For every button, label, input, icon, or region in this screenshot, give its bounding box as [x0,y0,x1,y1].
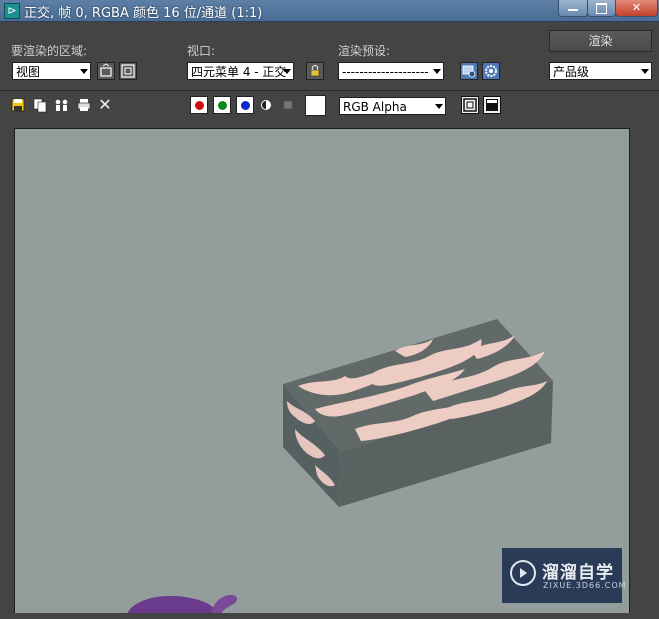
chevron-down-icon [80,69,88,74]
maximize-button[interactable] [587,0,616,17]
chevron-down-icon [433,69,441,74]
area-to-render-label: 要渲染的区域: [11,44,88,58]
red-channel-toggle[interactable] [190,96,208,114]
window-panel-icon [486,99,498,111]
monochrome-toggle[interactable] [280,97,296,113]
viewport-value: 四元菜单 4 - 正交 [191,65,287,79]
save-disk-icon [11,98,25,112]
right-edge [630,128,659,619]
copy-icon [33,98,47,113]
minimize-button[interactable] [558,0,588,17]
site-watermark: 溜溜自学 ZIXUE.3D66.COM [502,548,626,603]
lock-icon [310,64,320,77]
render-preset-value: -------------------- [342,65,429,79]
alpha-channel-toggle[interactable] [258,97,274,113]
clear-image-button[interactable]: ✕ [97,97,113,113]
blue-channel-toggle[interactable] [236,96,254,114]
half-circle-icon [261,100,271,110]
render-setup-button[interactable] [460,62,478,80]
play-logo-icon [510,560,536,586]
minimize-icon [568,9,578,11]
toggle-ui-overlay-button[interactable] [461,96,479,114]
viewport-dropdown[interactable]: 四元菜单 4 - 正交 [187,62,294,80]
purple-object [127,595,219,614]
render-preset-dropdown[interactable]: -------------------- [338,62,444,80]
color-swatch[interactable] [305,95,326,116]
window-title: 正交, 帧 0, RGBA 颜色 16 位/通道 (1:1) [24,6,263,21]
green-dot-icon [218,101,227,110]
area-to-render-dropdown[interactable]: 视图 [12,62,91,80]
environment-effects-button[interactable] [482,62,500,80]
green-channel-toggle[interactable] [213,96,231,114]
window-overlay-icon [463,98,477,112]
title-bar[interactable]: ⊳ 正交, 帧 0, RGBA 颜色 16 位/通道 (1:1) ✕ [0,0,659,22]
chevron-down-icon [641,69,649,74]
frame-toolbar: ✕ RGB Alpha [0,91,659,122]
edit-region-button[interactable] [97,62,115,80]
chevron-down-icon [283,69,291,74]
watermark-title: 溜溜自学 [542,563,614,583]
channel-display-dropdown[interactable]: RGB Alpha [339,97,446,115]
purple-object-head [211,595,238,614]
clone-frame-button[interactable] [53,97,69,113]
mono-square-icon [283,100,293,110]
print-image-button[interactable] [76,97,92,113]
close-button[interactable]: ✕ [615,0,658,17]
clone-people-icon [55,99,68,111]
render-frame-window: ⊳ 正交, 帧 0, RGBA 颜色 16 位/通道 (1:1) ✕ 要渲染的区… [0,0,659,619]
copy-image-button[interactable] [32,97,48,113]
rendered-scene [127,319,553,614]
render-setup-icon [462,65,476,78]
viewport-label: 视口: [187,44,216,58]
render-viewport[interactable] [14,128,630,615]
maximize-icon [596,3,607,14]
area-to-render-value: 视图 [16,65,41,79]
blue-dot-icon [241,101,250,110]
close-x-icon: ✕ [98,95,112,114]
edit-region-icon [100,63,112,77]
lock-viewport-button[interactable] [306,62,324,80]
render-preset-label: 渲染预设: [338,44,391,58]
render-quality-dropdown[interactable]: 产品级 [549,62,652,80]
chevron-down-icon [435,104,443,109]
gear-icon [485,65,497,77]
render-button[interactable]: 渲染 [549,30,652,52]
toggle-ui-button[interactable] [483,96,501,114]
auto-region-button[interactable] [119,62,137,80]
auto-region-icon [121,64,135,78]
channel-display-value: RGB Alpha [343,100,407,114]
save-image-button[interactable] [10,97,26,113]
bottom-edge [0,613,659,619]
watermark-subtitle: ZIXUE.3D66.COM [543,581,627,590]
app-logo-icon: ⊳ [4,3,20,19]
close-icon: ✕ [631,1,642,14]
red-dot-icon [195,101,204,110]
render-quality-value: 产品级 [553,65,590,79]
printer-icon [77,99,91,111]
render-controls: 要渲染的区域: 视图 视口: 四元菜单 4 - 正交 渲染预设: -------… [0,22,659,90]
